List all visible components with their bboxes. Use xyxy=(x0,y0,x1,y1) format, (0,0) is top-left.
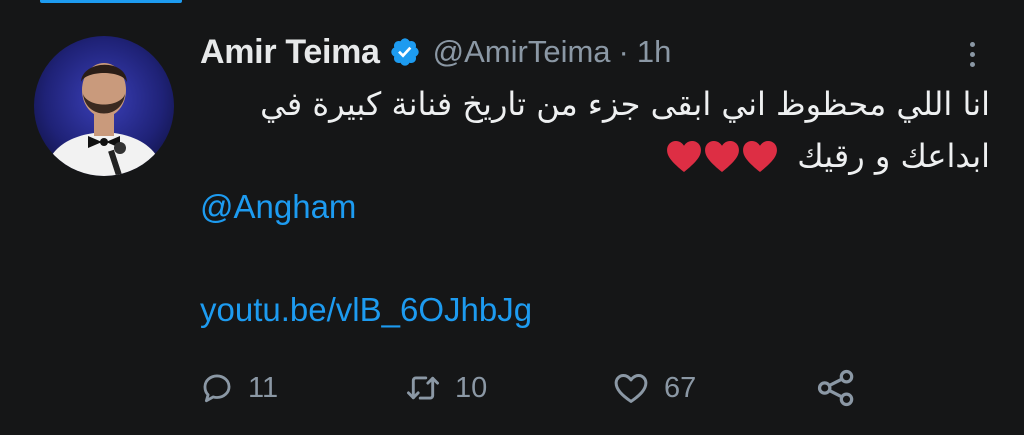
share-button[interactable] xyxy=(815,362,857,414)
tweet-header: Amir Teima @AmirTeima · 1h xyxy=(200,30,671,74)
separator-dot: · xyxy=(618,34,629,69)
tweet-text: انا اللي محظوظ اني ابقى جزء من تاريخ فنا… xyxy=(200,78,990,182)
share-icon xyxy=(817,369,854,407)
retweet-button[interactable]: 10 xyxy=(405,362,487,414)
red-heart-emoji-icon xyxy=(667,141,702,173)
red-heart-emoji-icon xyxy=(705,141,740,173)
user-handle[interactable]: @AmirTeima xyxy=(433,34,611,70)
like-count: 67 xyxy=(664,371,697,404)
retweet-count: 10 xyxy=(455,371,488,404)
reply-icon xyxy=(203,374,231,403)
like-icon xyxy=(614,374,648,403)
red-heart-emoji-icon xyxy=(743,141,778,173)
tweet-actions-bar: 11 10 67 xyxy=(0,362,1024,414)
reply-button[interactable]: 11 xyxy=(200,362,278,414)
mention-link[interactable]: @Angham xyxy=(200,188,356,226)
tweet-timestamp[interactable]: 1h xyxy=(637,34,671,70)
reply-count: 11 xyxy=(248,371,279,404)
retweet-icon xyxy=(407,376,439,400)
verified-badge-icon xyxy=(389,36,421,68)
more-options-icon[interactable] xyxy=(958,34,986,74)
url-link[interactable]: youtu.be/vlB_6OJhbJg xyxy=(200,291,532,329)
heart-emojis xyxy=(667,141,778,173)
like-button[interactable]: 67 xyxy=(612,362,696,414)
tweet-text-body: انا اللي محظوظ اني ابقى جزء من تاريخ فنا… xyxy=(260,85,990,175)
top-accent-bar xyxy=(40,0,182,3)
avatar[interactable] xyxy=(34,36,174,176)
display-name[interactable]: Amir Teima xyxy=(200,33,380,72)
